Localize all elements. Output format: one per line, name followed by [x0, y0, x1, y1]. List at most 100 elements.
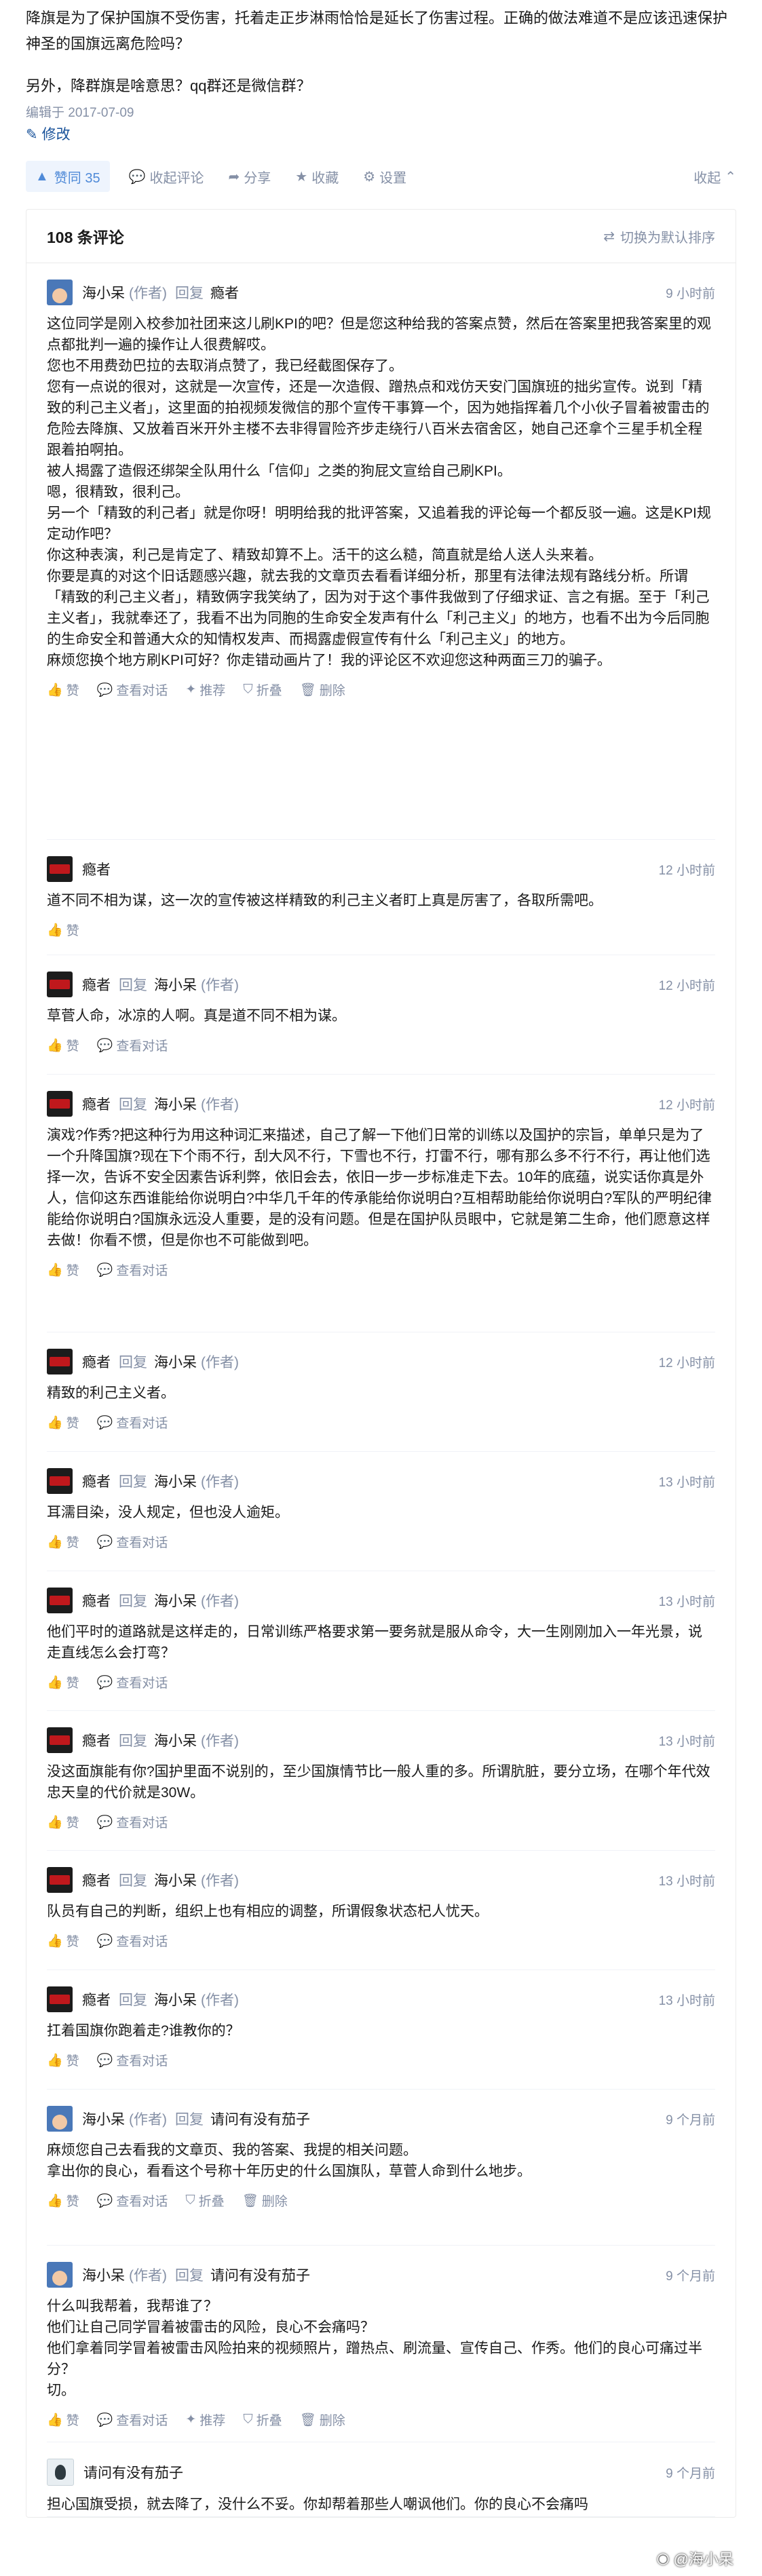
- comment-user[interactable]: 请问有没有茄子: [83, 2462, 183, 2482]
- toggle-comments-button[interactable]: 💬 收起评论: [129, 167, 204, 187]
- avatar-yinzhe[interactable]: [47, 856, 73, 882]
- comment-user[interactable]: 瘾者: [82, 859, 111, 879]
- comment-text: 担心国旗受损，就去降了，没什么不妥。你却帮着那些人嘲讽他们。你的良心不会痛吗: [47, 2494, 715, 2515]
- delete-button[interactable]: 🗑 删除: [300, 680, 345, 699]
- like-button[interactable]: 👍 赞: [47, 1533, 79, 1551]
- reply-target-user[interactable]: 海小呆: [154, 974, 197, 995]
- view-conversation-button[interactable]: 💬 查看对话: [97, 1813, 168, 1831]
- upvote-button[interactable]: ▲ 赞同 35: [26, 161, 110, 192]
- comment-user[interactable]: 瘾者: [82, 1989, 111, 2010]
- view-conversation-button[interactable]: 💬 查看对话: [97, 1413, 168, 1431]
- view-conversation-label: 查看对话: [116, 1264, 168, 1278]
- like-button[interactable]: 👍 赞: [47, 1673, 79, 1691]
- like-label: 赞: [66, 1264, 79, 1278]
- modify-link[interactable]: ✎ 修改: [26, 123, 736, 147]
- reply-target-user[interactable]: 海小呆: [154, 1989, 197, 2010]
- avatar-yinzhe[interactable]: [47, 1349, 73, 1374]
- comment-user[interactable]: 海小呆: [82, 2265, 125, 2285]
- favorite-button[interactable]: ★ 收藏: [295, 167, 339, 187]
- reply-word: 回复: [119, 1097, 147, 1113]
- reply-target-user[interactable]: 海小呆: [154, 1351, 197, 1372]
- reply-target-user[interactable]: 海小呆: [154, 1094, 197, 1114]
- reply-target-user[interactable]: 海小呆: [154, 1590, 197, 1611]
- view-conversation-button[interactable]: 💬 查看对话: [97, 1673, 168, 1691]
- like-label: 赞: [66, 1536, 79, 1550]
- recommend-button[interactable]: ✦ 推荐: [185, 680, 225, 699]
- recommend-button[interactable]: ✦ 推荐: [185, 2410, 225, 2429]
- view-conversation-button[interactable]: 💬 查看对话: [97, 1036, 168, 1054]
- avatar-yinzhe[interactable]: [47, 972, 73, 997]
- like-button[interactable]: 👍 赞: [47, 2051, 79, 2069]
- delete-button[interactable]: 🗑 删除: [242, 2191, 288, 2210]
- comment-meta: 瘾者 12 小时前: [47, 856, 715, 882]
- view-conversation-button[interactable]: 💬 查看对话: [97, 1931, 168, 1950]
- view-conversation-button[interactable]: 💬 查看对话: [97, 2051, 168, 2069]
- like-icon: 👍: [47, 1535, 63, 1550]
- avatar-yinzhe[interactable]: [47, 1468, 73, 1494]
- like-button[interactable]: 👍 赞: [47, 680, 79, 699]
- comment-user[interactable]: 瘾者: [82, 1094, 111, 1114]
- settings-button[interactable]: ⚙ 设置: [363, 167, 406, 187]
- like-button[interactable]: 👍 赞: [47, 1813, 79, 1831]
- view-conversation-button[interactable]: 💬 查看对话: [97, 1261, 168, 1279]
- share-button[interactable]: ➦ 分享: [229, 167, 271, 187]
- delete-button[interactable]: 🗑 删除: [300, 2410, 345, 2429]
- like-button[interactable]: 👍 赞: [47, 2410, 79, 2429]
- reply-target-user[interactable]: 海小呆: [154, 1870, 197, 1890]
- avatar-yinzhe[interactable]: [47, 1588, 73, 1613]
- comment-user[interactable]: 瘾者: [82, 1471, 111, 1491]
- reply-target-user[interactable]: 请问有没有茄子: [210, 2109, 310, 2129]
- comment-user[interactable]: 瘾者: [82, 974, 111, 995]
- like-label: 赞: [66, 1676, 79, 1691]
- comment-user[interactable]: 瘾者: [82, 1590, 111, 1611]
- reply-target-user[interactable]: 海小呆: [154, 1471, 197, 1491]
- comment-time: 13 小时前: [658, 1475, 715, 1490]
- avatar-yinzhe[interactable]: [47, 1986, 73, 2012]
- reply-target-user[interactable]: 瘾者: [210, 282, 239, 303]
- reply-target-user[interactable]: 海小呆: [154, 1730, 197, 1750]
- reply-target-user[interactable]: 请问有没有茄子: [210, 2265, 310, 2285]
- like-button[interactable]: 👍 赞: [47, 2191, 79, 2210]
- like-icon: 👍: [47, 2412, 63, 2427]
- view-conversation-button[interactable]: 💬 查看对话: [97, 2191, 168, 2210]
- reply-word: 回复: [119, 1355, 147, 1370]
- swap-icon: ⇄: [603, 229, 615, 244]
- avatar-haixiaodai[interactable]: [47, 280, 73, 305]
- recommend-label: 推荐: [199, 684, 226, 698]
- fold-button[interactable]: ⛉ 折叠: [243, 2410, 282, 2429]
- comment-line: 草菅人命，冰凉的人啊。真是道不同不相为谋。: [47, 1008, 346, 1024]
- avatar-haixiaodai[interactable]: [47, 2262, 73, 2288]
- view-conversation-button[interactable]: 💬 查看对话: [97, 2410, 168, 2429]
- comment-line: 您也不用费劲巴拉的去取消点赞了，我已经截图保存了。: [47, 358, 403, 374]
- author-tag: (作者): [201, 1873, 239, 1889]
- view-conversation-button[interactable]: 💬 查看对话: [97, 680, 168, 699]
- like-button[interactable]: 👍 赞: [47, 921, 79, 939]
- fold-button[interactable]: ⛉ 折叠: [243, 680, 282, 699]
- reply-word: 回复: [175, 2268, 204, 2284]
- avatar-yinzhe[interactable]: [47, 1727, 73, 1753]
- like-icon: 👍: [47, 1675, 63, 1690]
- comment-user[interactable]: 瘾者: [82, 1730, 111, 1750]
- reply-word: 回复: [119, 978, 147, 993]
- avatar-haixiaodai[interactable]: [47, 2106, 73, 2132]
- recommend-icon: ✦: [185, 683, 197, 697]
- sort-switch-button[interactable]: ⇄ 切换为默认排序: [603, 227, 715, 246]
- view-conversation-button[interactable]: 💬 查看对话: [97, 1533, 168, 1551]
- collapse-button[interactable]: 收起 ⌃: [693, 167, 736, 187]
- like-button[interactable]: 👍 赞: [47, 1413, 79, 1431]
- like-button[interactable]: 👍 赞: [47, 1261, 79, 1279]
- comment-text: 他们平时的道路就是这样走的，日常训练严格要求第一要务就是服从命令，大一生刚刚加入…: [47, 1621, 715, 1664]
- comment-user[interactable]: 海小呆: [82, 282, 125, 303]
- share-icon: ➦: [228, 169, 240, 185]
- like-button[interactable]: 👍 赞: [47, 1931, 79, 1950]
- fold-button[interactable]: ⛉ 折叠: [185, 2191, 224, 2210]
- avatar-yinzhe[interactable]: [47, 1867, 73, 1893]
- comment-item: 请问有没有茄子 9 个月前 担心国旗受损，就去降了，没什么不妥。你却帮着那些人嘲讽他…: [47, 2442, 715, 2517]
- comment-user[interactable]: 瘾者: [82, 1351, 111, 1372]
- avatar-qiezi[interactable]: [47, 2459, 74, 2486]
- comment-user[interactable]: 海小呆: [82, 2109, 125, 2129]
- comment-user[interactable]: 瘾者: [82, 1870, 111, 1890]
- view-conversation-icon: 💬: [96, 1535, 113, 1550]
- avatar-yinzhe[interactable]: [47, 1091, 73, 1117]
- like-button[interactable]: 👍 赞: [47, 1036, 79, 1054]
